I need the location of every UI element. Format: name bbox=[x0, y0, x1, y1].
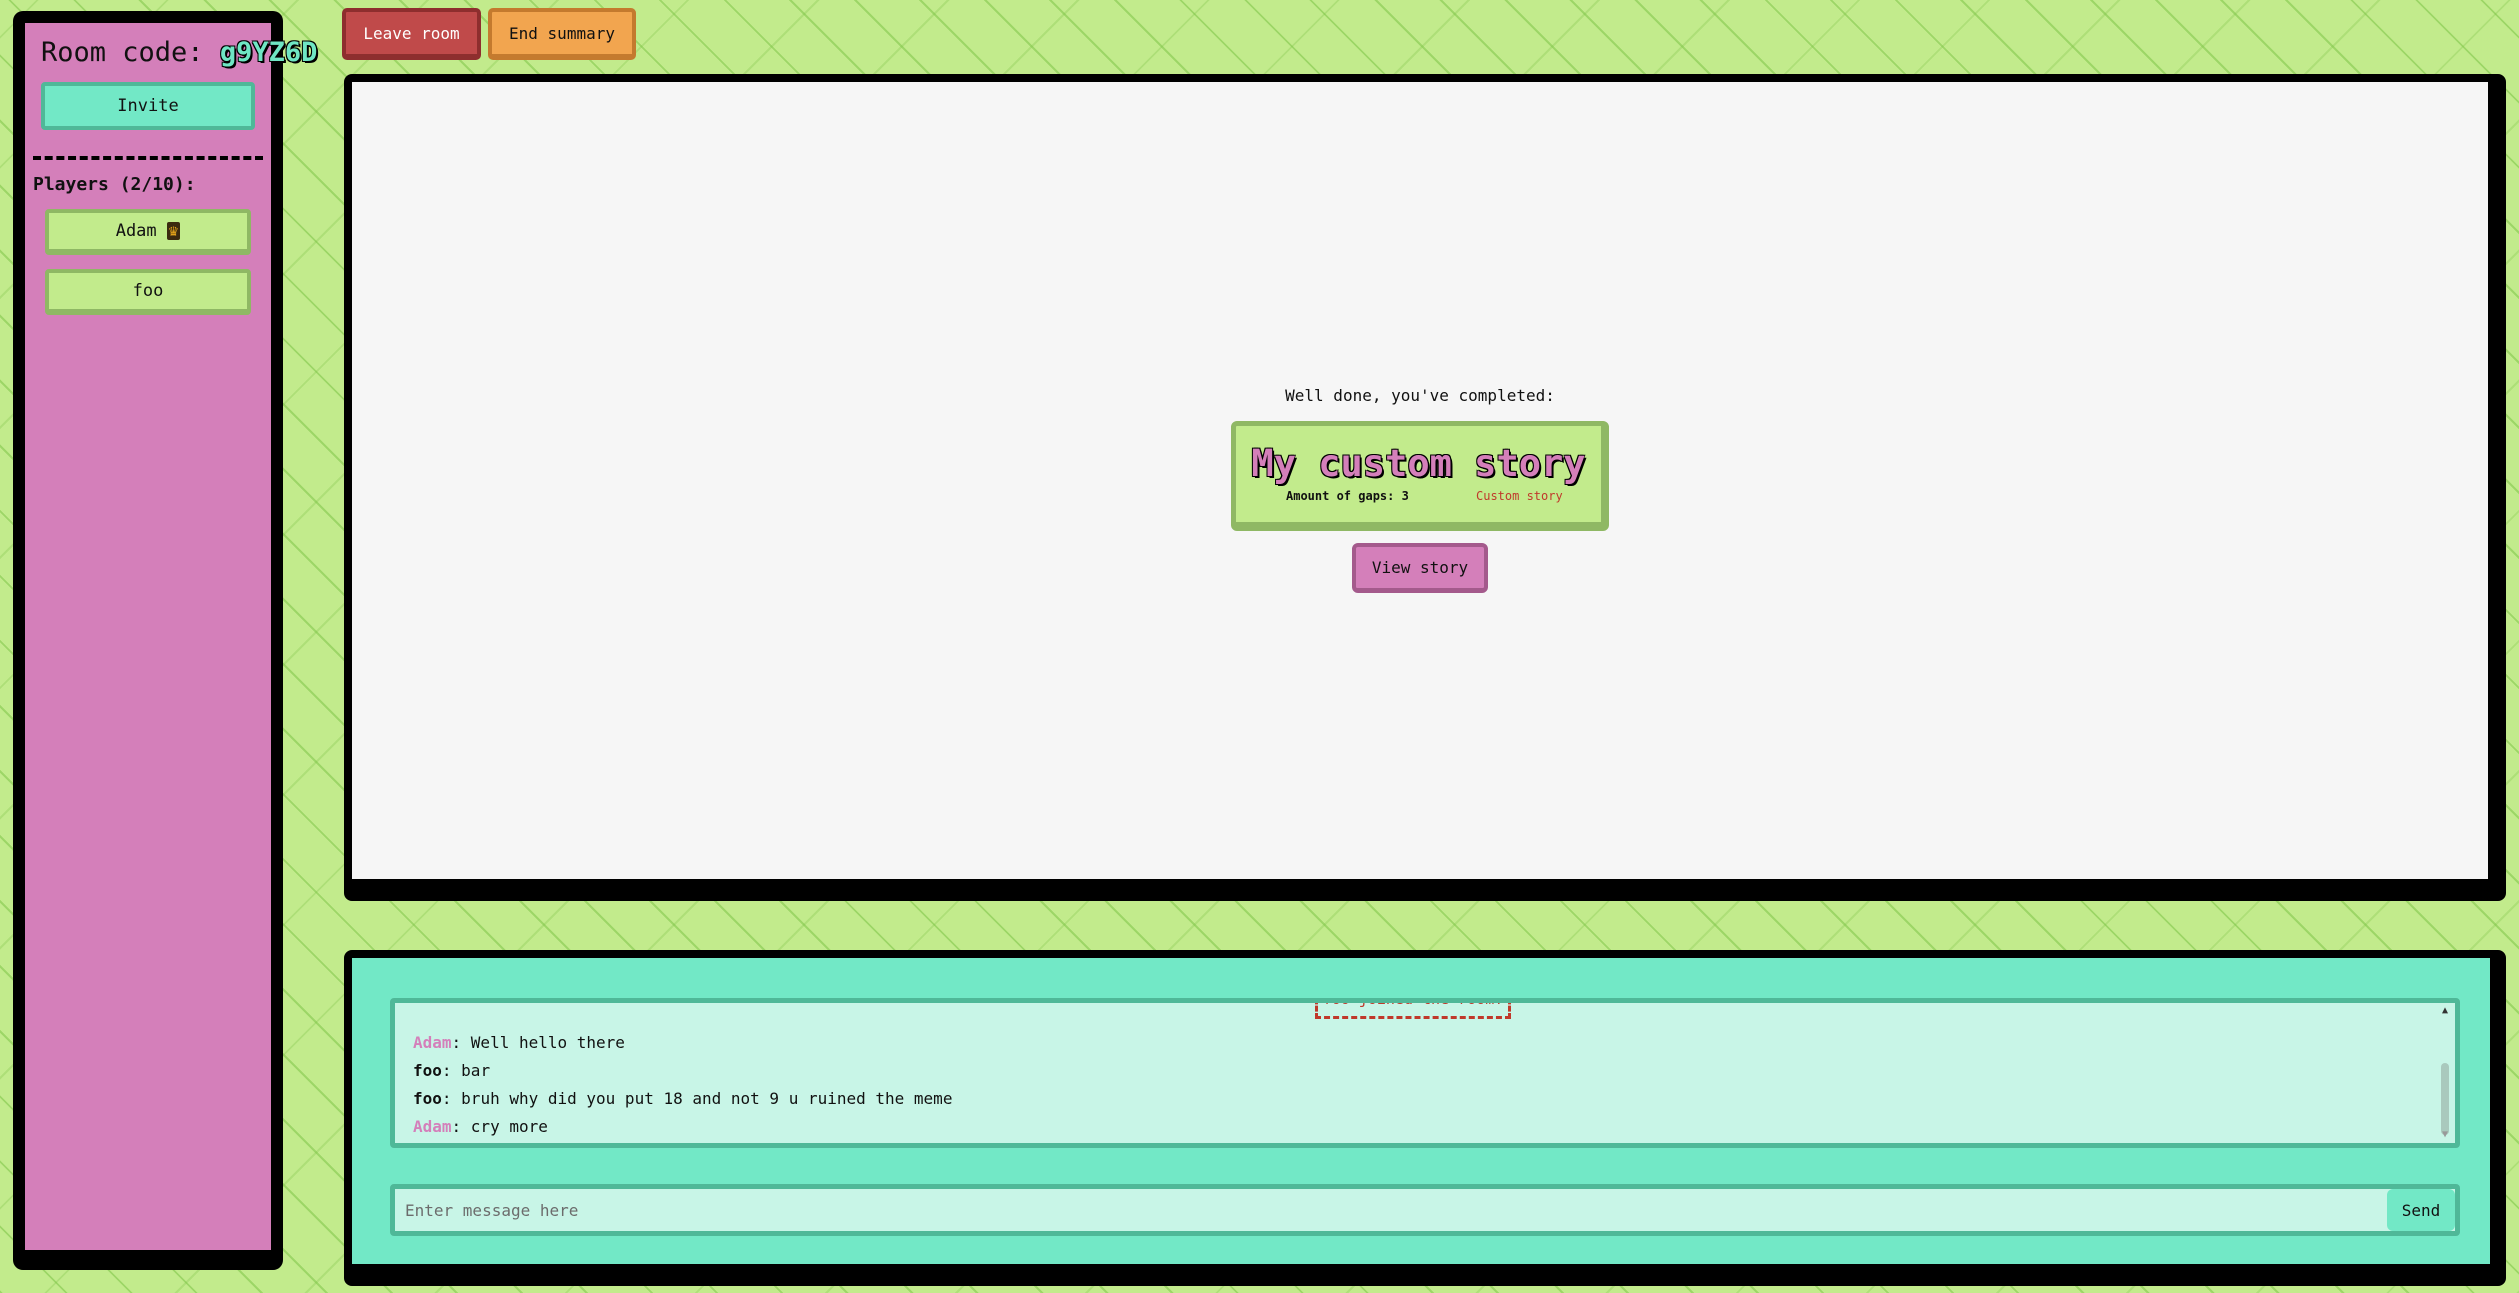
message-text: : bar bbox=[441, 1061, 491, 1080]
send-button[interactable]: Send bbox=[2387, 1189, 2455, 1231]
chat-message: foo: bruh why did you put 18 and not 9 u… bbox=[413, 1085, 952, 1113]
room-sidebar: Room code: g9YZ6D Invite Players (2/10):… bbox=[13, 11, 317, 1270]
message-author: foo bbox=[413, 1061, 442, 1080]
chat-message: Adam: Well hello there bbox=[413, 1029, 952, 1057]
message-author: foo bbox=[413, 1089, 442, 1108]
message-author: Adam bbox=[413, 1033, 452, 1052]
crown-icon: ♛ bbox=[166, 221, 181, 240]
message-author: Adam bbox=[413, 1117, 452, 1136]
completed-section: Well done, you've completed: My custom s… bbox=[352, 386, 2488, 593]
story-title: My custom story bbox=[1251, 442, 1586, 485]
join-notice: foo joined the room! bbox=[1315, 1003, 1511, 1019]
story-type-label: Custom story bbox=[1476, 489, 1563, 503]
player-card-adam: Adam ♛ bbox=[45, 209, 251, 255]
invite-button[interactable]: Invite bbox=[41, 82, 255, 130]
chat-panel: foo joined the room! Adam: Well hello th… bbox=[344, 950, 2506, 1286]
story-gaps-count: Amount of gaps: 3 bbox=[1286, 489, 1409, 503]
scroll-down-arrow-icon[interactable]: ▼ bbox=[2439, 1129, 2451, 1141]
scroll-thumb[interactable] bbox=[2441, 1063, 2449, 1135]
completed-message: Well done, you've completed: bbox=[1285, 386, 1555, 405]
end-summary-button[interactable]: End summary bbox=[488, 8, 636, 60]
chat-messages: Adam: Well hello there foo: bar foo: bru… bbox=[413, 1029, 952, 1141]
leave-room-button[interactable]: Leave room bbox=[342, 8, 481, 60]
chat-message: foo: bar bbox=[413, 1057, 952, 1085]
message-text: : bruh why did you put 18 and not 9 u ru… bbox=[441, 1089, 953, 1108]
player-name: Adam bbox=[115, 221, 157, 241]
room-code-label: Room code: bbox=[41, 37, 204, 68]
player-card-foo: foo bbox=[45, 269, 251, 315]
sidebar-divider bbox=[33, 156, 263, 160]
scroll-up-arrow-icon[interactable]: ▲ bbox=[2439, 1005, 2451, 1017]
chat-input-row: Send bbox=[390, 1184, 2460, 1236]
view-story-button[interactable]: View story bbox=[1352, 543, 1488, 593]
chat-message: Adam: cry more bbox=[413, 1113, 952, 1141]
players-title: Players (2/10): bbox=[33, 174, 196, 195]
message-text: : Well hello there bbox=[451, 1033, 625, 1052]
message-text: : cry more bbox=[451, 1117, 548, 1136]
summary-panel: Well done, you've completed: My custom s… bbox=[344, 74, 2506, 901]
chat-log[interactable]: foo joined the room! Adam: Well hello th… bbox=[390, 998, 2460, 1148]
story-card: My custom story Amount of gaps: 3 Custom… bbox=[1231, 421, 1609, 531]
room-code-header: Room code: g9YZ6D bbox=[41, 37, 317, 68]
chat-message-input[interactable] bbox=[395, 1189, 2385, 1231]
room-code-value: g9YZ6D bbox=[219, 37, 318, 68]
player-name: foo bbox=[132, 281, 164, 301]
chat-scrollbar[interactable]: ▲ ▼ bbox=[2439, 1005, 2451, 1141]
